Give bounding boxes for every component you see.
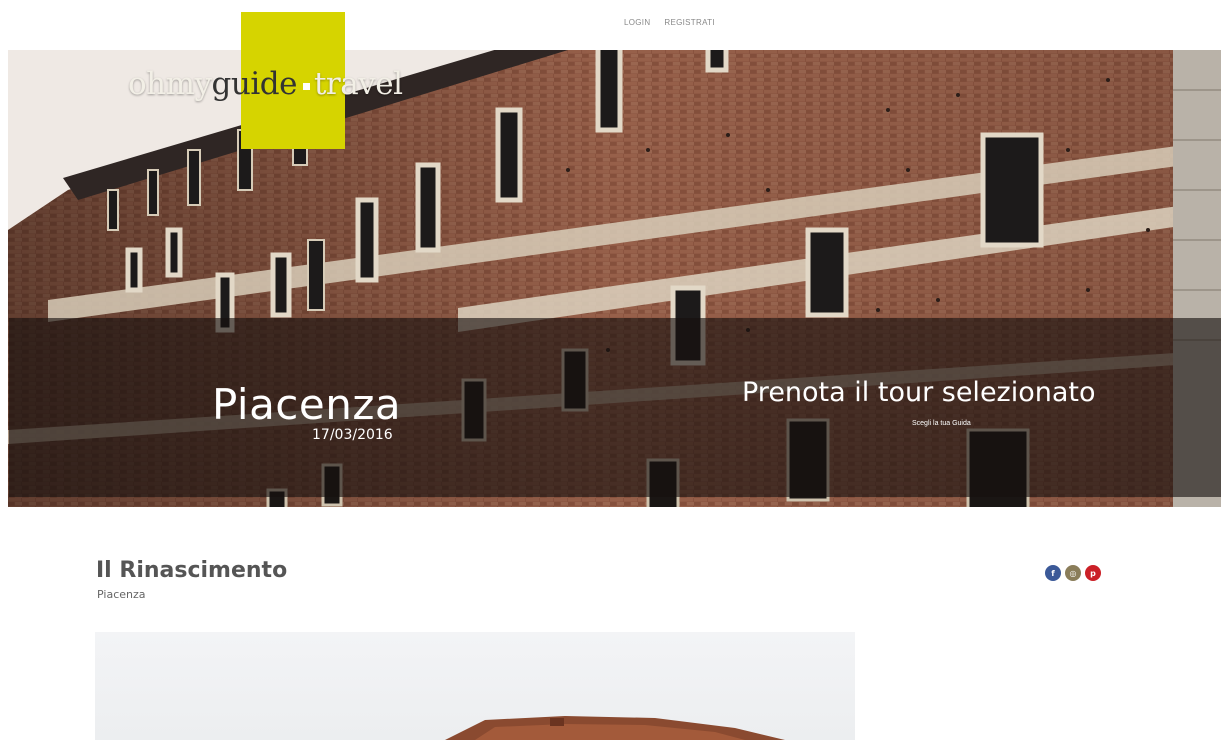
site-logo[interactable]: ohmyguide travel <box>128 66 403 102</box>
logo-dot <box>302 83 310 90</box>
register-link[interactable]: REGISTRATI <box>664 18 714 27</box>
login-link[interactable]: LOGIN <box>624 18 650 27</box>
logo-part-travel: travel <box>313 66 403 102</box>
tour-photo <box>95 632 855 740</box>
facebook-icon[interactable]: f <box>1045 565 1061 581</box>
tour-city: Piacenza <box>97 588 146 601</box>
book-tour-button[interactable]: Prenota il tour selezionato <box>742 377 1096 408</box>
hero-date: 17/03/2016 <box>312 427 393 443</box>
social-share-bar: f ◎ p <box>1045 565 1101 581</box>
tour-title: Il Rinascimento <box>96 558 288 583</box>
logo-part-guide: guide <box>211 66 298 102</box>
hero-city: Piacenza <box>212 380 402 429</box>
logo-part-ohmy: ohmy <box>128 66 212 102</box>
share-icon[interactable]: ◎ <box>1065 565 1081 581</box>
building-roof-image <box>445 716 785 740</box>
pinterest-icon[interactable]: p <box>1085 565 1101 581</box>
choose-guide-link[interactable]: Scegli la tua Guida <box>912 420 971 427</box>
top-nav: LOGIN REGISTRATI <box>624 18 715 27</box>
